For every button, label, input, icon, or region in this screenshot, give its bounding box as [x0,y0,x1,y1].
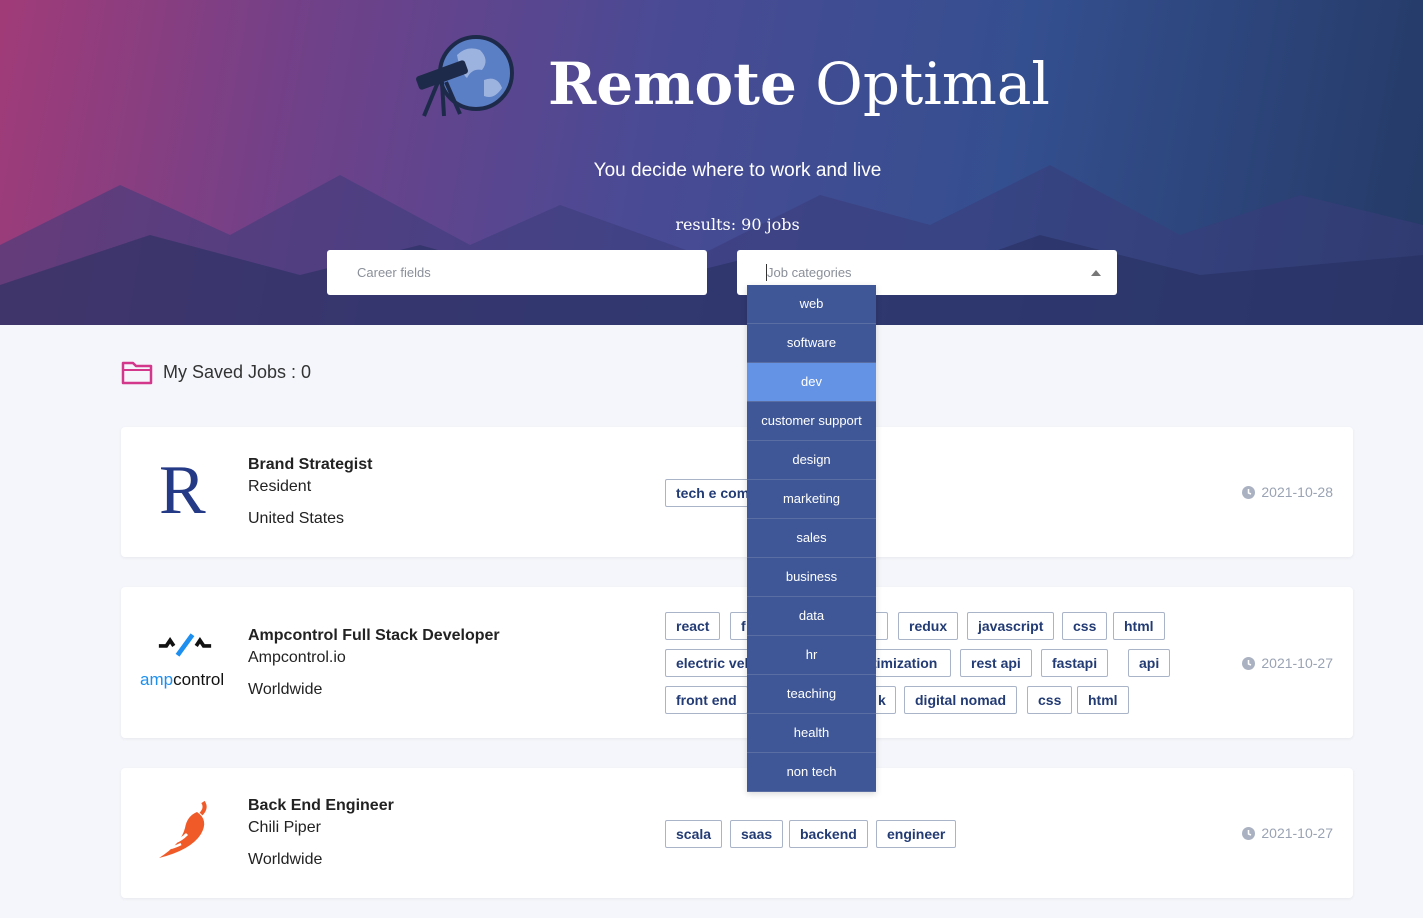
job-tag[interactable]: tech e com [665,479,755,507]
job-tag[interactable]: scala [665,820,723,848]
ampcontrol-logo-icon [158,633,212,657]
ampcontrol-logo-control: control [173,670,225,689]
job-tag[interactable]: engineer [876,820,957,848]
job-date: 2021-10-27 [1242,825,1333,841]
category-option-software[interactable]: software [747,324,876,363]
job-date-text: 2021-10-28 [1261,484,1333,500]
job-info: Brand Strategist Resident United States [248,454,372,530]
resident-logo-letter: R [159,452,206,529]
clock-icon [1242,826,1256,840]
job-tag[interactable]: front end [665,686,748,714]
company-logo-ampcontrol: ampcontrol [121,587,248,738]
saved-jobs-label: My Saved Jobs : 0 [163,361,312,382]
job-card[interactable]: Back End Engineer Chili Piper Worldwide … [121,768,1353,898]
category-option-data[interactable]: data [747,597,876,636]
category-option-hr[interactable]: hr [747,636,876,675]
job-tag[interactable]: css [1027,686,1073,714]
brand-bold: Remote [548,50,797,118]
career-fields-input[interactable]: Career fields [327,250,707,295]
job-tag[interactable]: backend [789,820,868,848]
category-option-health[interactable]: health [747,714,876,753]
job-card[interactable]: R Brand Strategist Resident United State… [121,427,1353,557]
category-option-marketing[interactable]: marketing [747,480,876,519]
clock-icon [1242,485,1256,499]
job-tag[interactable]: digital nomad [904,686,1017,714]
ampcontrol-logo-amp: amp [140,670,174,689]
job-location: United States [248,510,345,527]
telescope-globe-logo-icon [416,35,514,117]
job-tag[interactable]: fastapi [1041,649,1109,677]
job-date-text: 2021-10-27 [1261,655,1333,671]
results-count: results: 90 jobs [675,215,800,234]
job-tag[interactable]: electric vel [665,649,755,677]
company-logo-chili-piper [121,768,248,898]
job-location: Worldwide [248,681,323,698]
job-date: 2021-10-28 [1242,484,1333,500]
saved-jobs[interactable]: My Saved Jobs : 0 [121,358,311,386]
category-option-sales[interactable]: sales [747,519,876,558]
job-tag[interactable]: redux [898,612,959,640]
career-fields-placeholder: Career fields [357,265,431,280]
category-option-design[interactable]: design [747,441,876,480]
brand-title: Remote Optimal [548,50,1050,118]
job-company: Ampcontrol.io [248,649,346,666]
hero-header: Remote Optimal You decide where to work … [0,0,1423,325]
category-option-non-tech[interactable]: non tech [747,753,876,792]
folder-icon [121,361,153,385]
job-tag[interactable]: css [1062,612,1108,640]
company-logo-resident: R [121,427,248,557]
job-info: Back End Engineer Chili Piper Worldwide [248,795,394,871]
chili-pepper-icon [159,800,207,858]
job-tag[interactable]: javascript [967,612,1055,640]
category-option-customer-support[interactable]: customer support [747,402,876,441]
job-company: Resident [248,478,312,495]
job-tag[interactable]: api [1128,649,1171,677]
clock-icon [1242,656,1256,670]
job-date: 2021-10-27 [1242,655,1333,671]
job-tag[interactable]: react [665,612,721,640]
job-categories-dropdown: web software dev customer support design… [747,285,876,792]
brand-light: Optimal [815,50,1050,118]
category-option-web[interactable]: web [747,285,876,324]
text-caret [766,264,767,281]
job-categories-placeholder: Job categories [767,265,852,280]
job-tag[interactable]: saas [730,820,784,848]
job-tag[interactable]: rest api [960,649,1032,677]
job-info: Ampcontrol Full Stack Developer Ampcontr… [248,625,500,701]
job-title[interactable]: Brand Strategist [248,454,372,476]
job-title[interactable]: Back End Engineer [248,795,394,817]
ampcontrol-logo-text: ampcontrol [140,670,224,690]
job-tag[interactable]: html [1113,612,1165,640]
job-date-text: 2021-10-27 [1261,825,1333,841]
category-option-business[interactable]: business [747,558,876,597]
tagline: You decide where to work and live [593,160,882,181]
job-title[interactable]: Ampcontrol Full Stack Developer [248,625,500,647]
caret-up-icon[interactable] [1091,270,1101,276]
category-option-dev[interactable]: dev [747,363,876,402]
job-tag[interactable]: html [1077,686,1129,714]
category-option-teaching[interactable]: teaching [747,675,876,714]
job-company: Chili Piper [248,819,321,836]
job-location: Worldwide [248,851,323,868]
job-card[interactable]: ampcontrol Ampcontrol Full Stack Develop… [121,587,1353,738]
